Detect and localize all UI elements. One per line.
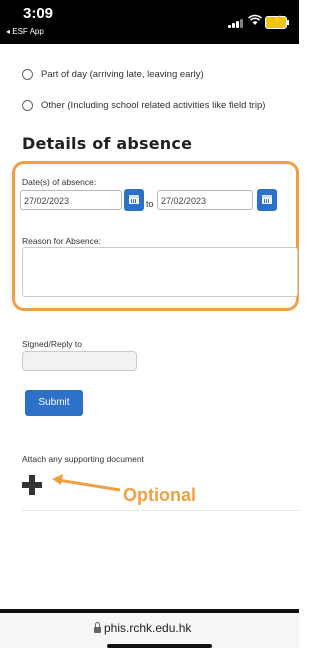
calendar-icon: [129, 195, 139, 204]
section-title: Details of absence: [22, 134, 193, 153]
reason-label: Reason for Absence:: [22, 236, 101, 246]
signed-reply-label: Signed/Reply to: [22, 339, 83, 349]
to-label: to: [146, 199, 154, 209]
form-content: Part of day (arriving late, leaving earl…: [0, 44, 299, 609]
date-from-input[interactable]: 27/02/2023: [20, 190, 122, 210]
divider: [22, 510, 299, 511]
radio-label: Part of day (arriving late, leaving earl…: [41, 69, 204, 80]
calendar-icon: [262, 195, 272, 204]
submit-button[interactable]: Submit: [25, 390, 83, 416]
browser-url-bar[interactable]: phis.rchk.edu.hk: [0, 613, 299, 648]
status-time: 3:09: [23, 5, 54, 22]
back-to-app-link[interactable]: ◂ ESF App: [6, 27, 44, 36]
battery-charging-icon: ⚡: [265, 15, 289, 29]
radio-option-other[interactable]: Other (Including school related activiti…: [22, 100, 265, 111]
date-to-input[interactable]: 27/02/2023: [157, 190, 253, 210]
date-to-calendar-button[interactable]: [257, 189, 277, 211]
cellular-signal-icon: [228, 18, 243, 28]
attach-document-label: Attach any supporting document: [22, 454, 144, 464]
date-from-calendar-button[interactable]: [124, 189, 144, 211]
signed-reply-input[interactable]: [22, 351, 137, 371]
date-of-absence-label: Date(s) of absence:: [22, 177, 97, 187]
wifi-icon: [248, 14, 262, 28]
add-attachment-plus-icon[interactable]: [22, 475, 42, 495]
radio-button[interactable]: [22, 100, 33, 111]
reason-textarea[interactable]: [22, 247, 298, 297]
radio-label: Other (Including school related activiti…: [41, 100, 266, 111]
optional-annotation-label: Optional: [123, 485, 196, 505]
radio-button[interactable]: [22, 69, 33, 80]
lock-icon: [94, 622, 101, 633]
url-text: phis.rchk.edu.hk: [104, 621, 192, 635]
status-bar: 3:09 ◂ ESF App ⚡: [0, 0, 299, 44]
annotation-arrow-icon: [52, 474, 121, 492]
home-indicator: [107, 644, 212, 648]
radio-option-part-of-day[interactable]: Part of day (arriving late, leaving earl…: [22, 69, 204, 80]
